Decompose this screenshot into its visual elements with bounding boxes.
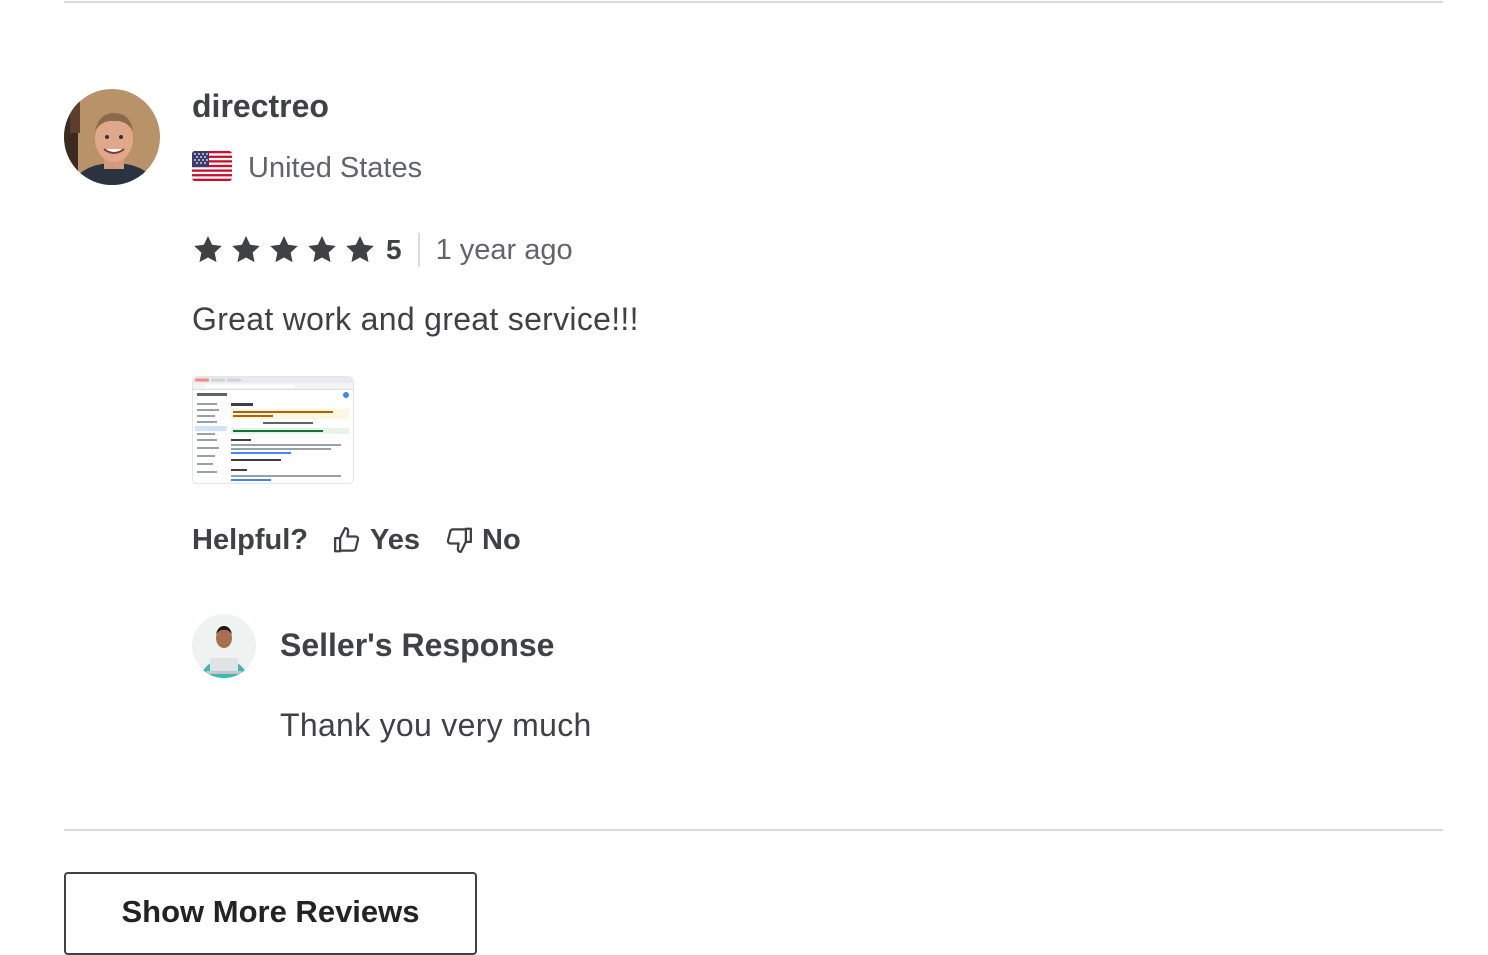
rating-row: 5 1 year ago <box>192 228 573 272</box>
thumbs-up-icon <box>334 527 360 553</box>
star-icon <box>308 236 336 263</box>
rating-separator <box>417 233 420 267</box>
rating-value: 5 <box>386 234 402 265</box>
bottom-divider <box>64 829 1443 831</box>
helpful-yes-label: Yes <box>370 523 420 556</box>
star-icon <box>194 236 222 263</box>
helpful-yes-button[interactable]: Yes <box>332 524 420 557</box>
star-rating <box>192 234 376 266</box>
helpful-row: Helpful? Yes No <box>192 520 521 560</box>
reviewer-country: United States <box>248 152 423 184</box>
review-time: 1 year ago <box>435 233 573 266</box>
seller-response-title: Seller's Response <box>280 627 555 663</box>
review-attachment-thumbnail[interactable] <box>192 376 354 484</box>
us-flag-icon <box>192 151 232 181</box>
reviewer-avatar[interactable] <box>64 89 160 185</box>
star-icon <box>232 236 260 263</box>
reviewer-username[interactable]: directreo <box>192 86 329 126</box>
helpful-no-label: No <box>482 523 521 556</box>
top-divider <box>64 1 1443 3</box>
star-icon <box>346 236 374 263</box>
star-icon <box>270 236 298 263</box>
helpful-no-button[interactable]: No <box>444 524 521 557</box>
seller-avatar[interactable] <box>192 614 256 678</box>
show-more-reviews-button[interactable]: Show More Reviews <box>64 872 477 955</box>
review-text: Great work and great service!!! <box>192 301 639 337</box>
helpful-label: Helpful? <box>192 523 308 556</box>
thumbs-down-icon <box>446 527 472 553</box>
seller-response-text: Thank you very much <box>280 707 592 743</box>
